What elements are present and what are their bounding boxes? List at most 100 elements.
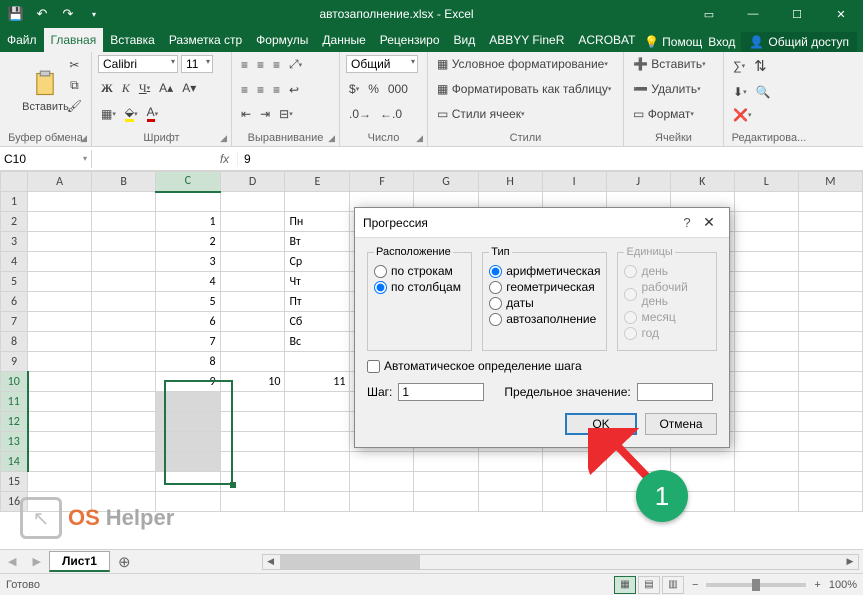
scroll-left-icon[interactable]: ◀ (263, 556, 279, 567)
cell[interactable]: 1 (156, 212, 220, 232)
cell[interactable]: Пт (285, 292, 350, 312)
close-icon[interactable]: ✕ (819, 0, 863, 28)
row-header[interactable]: 15 (1, 472, 28, 492)
fill-color-icon[interactable]: ⬙ (122, 103, 141, 124)
tab-page-layout[interactable]: Разметка стр (162, 28, 249, 52)
tab-abbyy[interactable]: ABBYY FineR (482, 28, 571, 52)
find-icon[interactable]: 🔍 (753, 83, 774, 101)
row-header[interactable]: 10 (1, 372, 28, 392)
col-header[interactable]: F (350, 172, 414, 192)
name-box[interactable]: C10 (0, 150, 92, 168)
dialog-launcher-icon[interactable]: ◢ (80, 133, 87, 144)
fill-handle[interactable] (230, 482, 236, 488)
scroll-thumb[interactable] (280, 555, 420, 569)
save-icon[interactable]: 💾 (4, 2, 28, 26)
percent-icon[interactable]: % (365, 80, 382, 98)
insert-cells-button[interactable]: ➕ Вставить (630, 55, 709, 73)
row-header[interactable]: 11 (1, 392, 28, 412)
col-header[interactable]: B (92, 172, 156, 192)
cell[interactable]: 4 (156, 272, 220, 292)
bold-button[interactable]: Ж (98, 79, 116, 98)
layout-rows-radio[interactable]: по строкам (374, 264, 465, 278)
ok-button[interactable]: OK (565, 413, 637, 435)
sheet-nav-prev-icon[interactable]: ◀ (0, 555, 24, 568)
dialog-launcher-icon[interactable]: ◢ (220, 133, 227, 144)
col-header[interactable]: I (542, 172, 606, 192)
col-header[interactable]: E (285, 172, 350, 192)
col-header[interactable]: K (670, 172, 734, 192)
autosum-icon[interactable]: ∑ (730, 57, 748, 75)
cell[interactable] (156, 412, 220, 432)
undo-icon[interactable]: ↶ (30, 2, 54, 26)
zoom-slider[interactable] (706, 583, 806, 587)
maximize-icon[interactable]: ☐ (775, 0, 819, 28)
cell[interactable]: Ср (285, 252, 350, 272)
tab-acrobat[interactable]: ACROBAT (571, 28, 642, 52)
align-left-icon[interactable]: ≡ (238, 81, 251, 99)
row-header[interactable]: 9 (1, 352, 28, 372)
align-bottom-icon[interactable]: ≡ (270, 56, 283, 74)
dialog-launcher-icon[interactable]: ◢ (416, 133, 423, 144)
add-sheet-icon[interactable]: ⊕ (110, 553, 139, 571)
underline-button[interactable]: Ч (136, 79, 153, 98)
formula-input[interactable]: 9 (238, 150, 863, 168)
scroll-right-icon[interactable]: ▶ (842, 556, 858, 567)
type-geometric-radio[interactable]: геометрическая (489, 280, 600, 294)
col-header[interactable]: C (156, 172, 220, 192)
copy-icon[interactable]: ⧉ (64, 76, 85, 95)
format-painter-icon[interactable]: 🖌 (64, 97, 85, 115)
row-header[interactable]: 4 (1, 252, 28, 272)
redo-icon[interactable]: ↷ (56, 2, 80, 26)
cell[interactable]: Сб (285, 312, 350, 332)
page-layout-view-icon[interactable]: ▤ (638, 576, 660, 594)
cell[interactable]: 3 (156, 252, 220, 272)
tell-me[interactable]: 💡Помощ (644, 35, 702, 49)
dialog-close-icon[interactable]: ✕ (697, 214, 721, 231)
tab-formulas[interactable]: Формулы (249, 28, 315, 52)
normal-view-icon[interactable]: ▦ (614, 576, 636, 594)
cancel-button[interactable]: Отмена (645, 413, 717, 435)
clear-icon[interactable]: ❌ (730, 106, 754, 124)
sheet-tab[interactable]: Лист1 (49, 551, 110, 572)
zoom-level[interactable]: 100% (829, 579, 857, 591)
cell[interactable] (156, 392, 220, 412)
row-header[interactable]: 6 (1, 292, 28, 312)
tab-file[interactable]: Файл (0, 28, 44, 52)
font-family-combo[interactable]: Calibri (98, 55, 178, 73)
font-size-combo[interactable]: 11 (181, 55, 213, 73)
tab-review[interactable]: Рецензиро (373, 28, 447, 52)
dialog-launcher-icon[interactable]: ◢ (328, 133, 335, 144)
row-header[interactable]: 13 (1, 432, 28, 452)
font-color-icon[interactable]: A (144, 103, 162, 124)
col-header[interactable]: J (606, 172, 670, 192)
cell[interactable]: Вт (285, 232, 350, 252)
row-header[interactable]: 14 (1, 452, 28, 472)
col-header[interactable]: G (414, 172, 478, 192)
horizontal-scrollbar[interactable]: ◀ ▶ (262, 554, 859, 570)
row-header[interactable]: 1 (1, 192, 28, 212)
increase-indent-icon[interactable]: ⇥ (257, 105, 273, 123)
align-right-icon[interactable]: ≡ (270, 81, 283, 99)
minimize-icon[interactable]: — (731, 0, 775, 28)
col-header[interactable]: M (798, 172, 862, 192)
cell[interactable] (156, 432, 220, 452)
align-top-icon[interactable]: ≡ (238, 56, 251, 74)
select-all-corner[interactable] (1, 172, 28, 192)
layout-cols-radio[interactable]: по столбцам (374, 280, 465, 294)
cell[interactable]: Чт (285, 272, 350, 292)
row-header[interactable]: 2 (1, 212, 28, 232)
sheet-nav-next-icon[interactable]: ▶ (24, 555, 48, 568)
col-header[interactable]: A (28, 172, 92, 192)
zoom-out-icon[interactable]: − (692, 579, 698, 591)
cell[interactable] (156, 452, 220, 472)
col-header[interactable]: L (734, 172, 798, 192)
decrease-indent-icon[interactable]: ⇤ (238, 105, 254, 123)
ribbon-options-icon[interactable]: ▭ (687, 0, 731, 28)
format-cells-button[interactable]: ▭ Формат (630, 105, 697, 123)
row-header[interactable]: 7 (1, 312, 28, 332)
decrease-decimal-icon[interactable]: ←.0 (377, 105, 405, 123)
delete-cells-button[interactable]: ➖ Удалить (630, 80, 704, 98)
italic-button[interactable]: К (119, 79, 133, 98)
tab-insert[interactable]: Вставка (103, 28, 162, 52)
cell-styles-button[interactable]: ▭ Стили ячеек (434, 105, 527, 123)
